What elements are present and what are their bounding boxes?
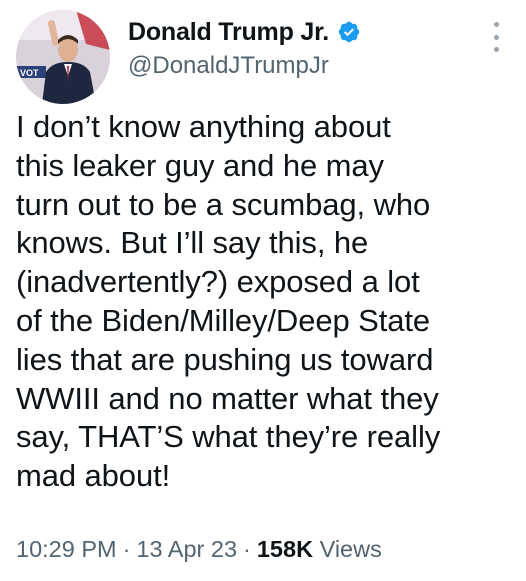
tweet-time[interactable]: 10:29 PM [16,536,117,562]
avatar-photo: VOT [16,10,110,104]
user-names: Donald Trump Jr. @DonaldJTrumpJr [128,14,361,80]
tweet: VOT Donald Trump Jr. @DonaldJTrumpJr I d… [0,0,526,581]
tweet-meta: 10:29 PM · 13 Apr 23 · 158K Views [16,536,382,563]
verified-badge-icon [337,20,361,44]
dot [493,22,499,27]
tweet-text-line: say, THAT’S what they’re really [16,419,441,455]
dot [493,47,499,52]
tweet-text-line: mad about! [16,458,171,494]
views-label: Views [319,536,382,562]
user-handle[interactable]: @DonaldJTrumpJr [128,52,361,80]
separator-dot: · [122,536,131,562]
tweet-text-line: lies that are pushing us toward [16,341,434,377]
tweet-text-line: I don’t know anything about [16,109,391,144]
tweet-text-line: turn out to be a scumbag, who [16,186,431,222]
separator-dot: · [243,536,251,562]
dot [493,34,499,40]
tweet-text-line: this leaker guy and he may [16,147,384,183]
views-count: 158K [256,536,314,562]
tweet-text-line: WWIII and no matter what they [16,380,439,416]
tweet-text-line: knows. But I’ll say this, he [16,225,369,261]
avatar[interactable]: VOT [16,10,110,104]
tweet-text-line: (inadvertently?) exposed a lot [16,264,420,300]
display-name[interactable]: Donald Trump Jr. [128,18,329,47]
tweet-date[interactable]: 13 Apr 23 [136,536,237,562]
svg-text:VOT: VOT [20,68,39,78]
tweet-text-line: of the Biden/Milley/Deep State [16,302,431,338]
tweet-text: I don’t know anything about this leaker … [16,108,516,496]
name-row: Donald Trump Jr. [128,14,361,50]
more-options-icon[interactable] [490,22,502,52]
